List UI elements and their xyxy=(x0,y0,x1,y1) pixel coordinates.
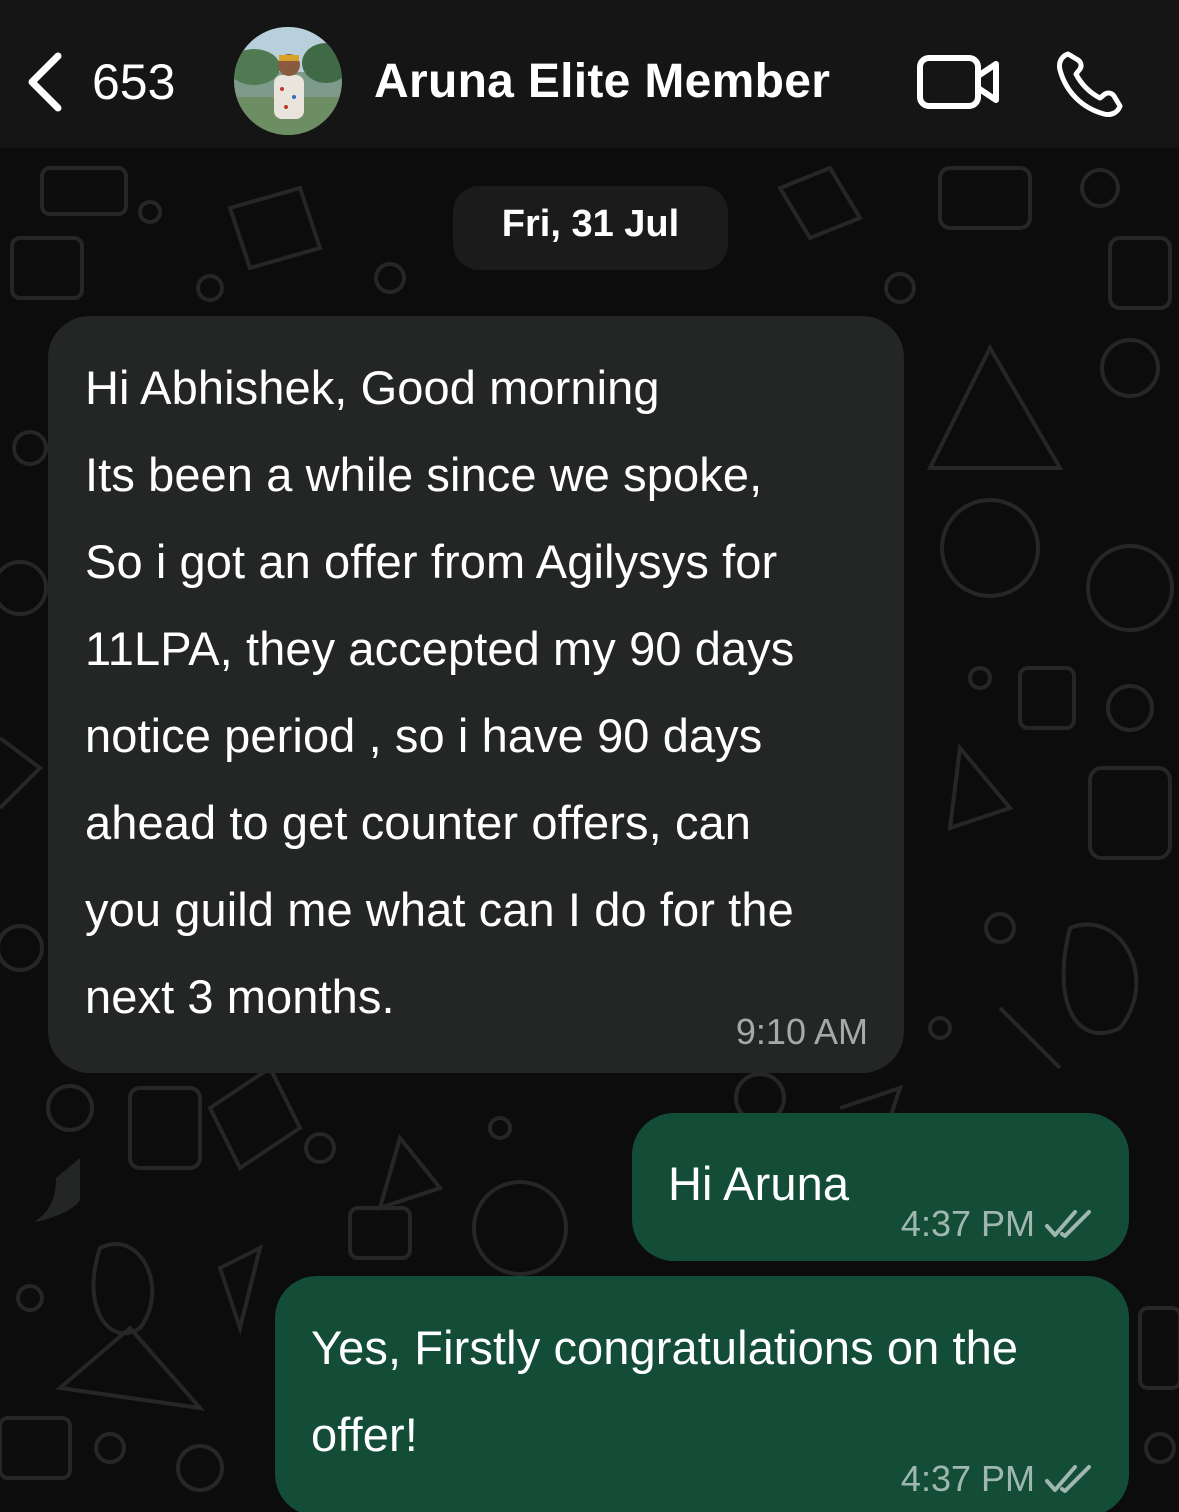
double-check-icon xyxy=(1045,1210,1091,1238)
message-bubble-incoming[interactable]: Hi Abhishek, Good morning Its been a whi… xyxy=(48,316,904,1073)
incoming-bubble-tail xyxy=(34,1158,80,1222)
date-separator: Fri, 31 Jul xyxy=(453,186,728,270)
message-meta: 4:37 PM xyxy=(901,1203,1093,1245)
double-check-icon xyxy=(1045,1465,1091,1493)
message-text: Hi Abhishek, Good morning Its been a whi… xyxy=(85,361,795,1023)
message-meta: 4:37 PM xyxy=(901,1458,1093,1500)
chevron-left-icon[interactable] xyxy=(22,50,68,114)
message-time: 4:37 PM xyxy=(900,1458,1035,1499)
message-bubble-outgoing[interactable]: Hi Aruna 4:37 PM xyxy=(632,1113,1129,1261)
back-unread-count[interactable]: 653 xyxy=(92,52,175,112)
message-time: 4:37 PM xyxy=(900,1203,1035,1244)
message-bubble-outgoing[interactable]: Yes, Firstly congratulations on the offe… xyxy=(275,1276,1129,1512)
contact-name[interactable]: Aruna Elite Member xyxy=(374,52,830,112)
message-time: 9:10 AM xyxy=(735,1011,868,1052)
phone-icon[interactable] xyxy=(1054,48,1126,120)
video-camera-icon[interactable] xyxy=(916,52,1002,112)
message-text: Yes, Firstly congratulations on the offe… xyxy=(311,1321,1019,1461)
avatar[interactable] xyxy=(234,27,342,135)
chat-header: 653 Aruna Elite Member xyxy=(0,0,1179,148)
chat-area[interactable]: Fri, 31 Jul Hi Abhishek, Good morning It… xyxy=(0,148,1179,1512)
avatar-photo xyxy=(234,27,342,135)
message-meta: 9:10 AM xyxy=(736,1011,868,1053)
